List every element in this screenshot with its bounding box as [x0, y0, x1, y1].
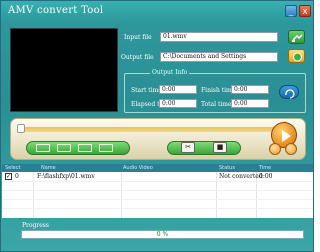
minimize-button[interactable]: _ — [285, 5, 297, 17]
column-divider — [216, 172, 217, 218]
output-info-title: Output Info — [150, 69, 190, 76]
progress-text: 0 % — [156, 231, 169, 238]
row-divider — [2, 190, 313, 191]
cut-icon: ✂ — [185, 143, 191, 151]
elapsed-time-field: 0:00 — [159, 99, 197, 108]
column-audio-video[interactable]: Audio Video — [123, 164, 153, 172]
start-time-label: Start time — [131, 87, 162, 94]
total-time-label: Total time — [201, 101, 232, 108]
browse-icon — [292, 34, 303, 42]
app-window: AMV convert Tool _ x Input file 01.wmv O… — [0, 0, 314, 252]
browse-input-button[interactable] — [288, 30, 305, 44]
row-index: 0 — [15, 173, 19, 180]
close-button[interactable]: x — [299, 5, 311, 17]
finish-time-field: 0:00 — [231, 85, 269, 94]
column-divider — [121, 172, 122, 218]
browse-output-button[interactable] — [288, 49, 305, 63]
minimize-icon: _ — [288, 7, 294, 17]
progress-label: Progress — [22, 222, 49, 229]
row-status: Not converted — [219, 173, 263, 180]
column-status[interactable]: Status — [219, 164, 235, 172]
edit-controls — [167, 141, 241, 155]
folder-icon — [293, 52, 302, 62]
output-file-field[interactable]: C:\Documents and Settings — [160, 52, 278, 62]
total-time-field: 0:00 — [231, 99, 269, 108]
stop-icon: ■ — [216, 143, 224, 151]
row-time: 0:00 — [259, 173, 273, 180]
input-file-field[interactable]: 01.wmv — [160, 32, 278, 42]
video-preview — [10, 28, 118, 112]
row-divider — [2, 181, 313, 182]
refresh-button[interactable] — [279, 85, 299, 99]
column-divider — [33, 172, 34, 218]
column-name[interactable]: Name — [41, 164, 56, 172]
row-select-checkbox[interactable]: ✓ — [5, 173, 12, 180]
row-file-name[interactable]: F:\flashfxp\01.wmv — [37, 173, 95, 180]
row-divider — [2, 199, 313, 200]
column-select[interactable]: Select — [5, 164, 20, 172]
seek-bar[interactable] — [23, 127, 281, 132]
window-title: AMV convert Tool — [8, 5, 104, 16]
previous-button[interactable] — [269, 143, 281, 155]
control-segment-2[interactable] — [57, 144, 71, 152]
title-bar: AMV convert Tool _ x — [1, 1, 313, 21]
control-segment-1[interactable] — [36, 144, 50, 152]
input-file-label: Input file — [124, 34, 152, 41]
stop-button[interactable]: ■ — [213, 142, 227, 153]
output-file-label: Output file — [121, 54, 154, 61]
control-segment-4[interactable] — [99, 144, 113, 152]
row-divider — [2, 208, 313, 209]
close-icon: x — [302, 7, 308, 17]
next-button[interactable] — [285, 143, 297, 155]
check-icon: ✓ — [6, 173, 12, 180]
refresh-icon — [285, 89, 295, 99]
start-time-field: 0:00 — [159, 85, 197, 94]
seek-handle[interactable] — [17, 124, 25, 133]
control-segment-3[interactable] — [78, 144, 92, 152]
cut-button[interactable]: ✂ — [181, 142, 195, 153]
column-time[interactable]: Time — [259, 164, 271, 172]
